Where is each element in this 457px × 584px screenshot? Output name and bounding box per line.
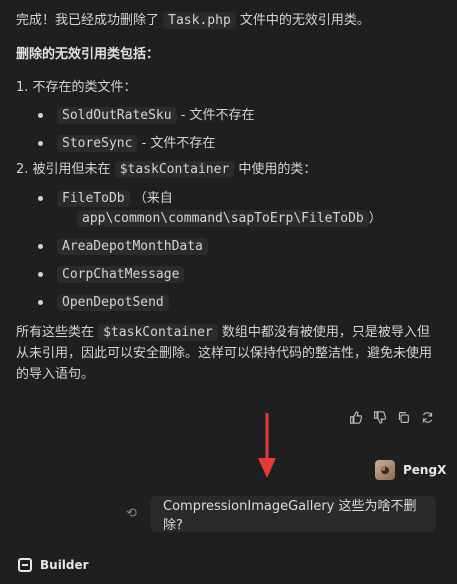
list-item: SoldOutRateSku - 文件不存在 — [38, 105, 255, 127]
section-2-code: $taskContainer — [114, 161, 235, 178]
user-header: ◕ PengX — [375, 460, 446, 480]
avatar: ◕ — [375, 460, 395, 480]
bullet-icon — [38, 272, 43, 277]
assistant-footer: Builder — [18, 558, 89, 572]
bullet-icon — [38, 141, 43, 146]
item-note: - 文件不存在 — [141, 136, 216, 151]
section-2-suffix: 中使用的类： — [238, 162, 317, 177]
class-name: SoldOutRateSku — [57, 107, 177, 124]
summary-prefix: 所有这些类在 — [16, 325, 95, 340]
class-name: FileToDb — [57, 190, 130, 207]
builder-icon — [18, 558, 32, 572]
class-name: CorpChatMessage — [57, 266, 185, 283]
section-1-title: 1. 不存在的类文件： — [16, 77, 137, 99]
item-close: ） — [368, 211, 382, 226]
bullet-icon — [38, 300, 43, 305]
assistant-name: Builder — [40, 558, 89, 572]
list-item: OpenDepotSend — [38, 292, 169, 314]
bullet-icon — [38, 113, 43, 118]
class-name: AreaDepotMonthData — [57, 238, 208, 255]
list-item-continuation: app\common\command\sapToErp\FileToDb） — [77, 208, 382, 230]
intro-code: Task.php — [163, 12, 236, 29]
summary: 所有这些类在 $taskContainer 数组中都没有被使用，只是被导入但从未… — [16, 322, 441, 385]
bullet-icon — [38, 196, 43, 201]
bullet-icon — [38, 244, 43, 249]
item-note: - 文件不存在 — [180, 108, 255, 123]
intro-prefix: 完成！我已经成功删除了 — [16, 13, 160, 28]
thumbs-up-icon[interactable] — [348, 410, 363, 425]
class-name: StoreSync — [57, 135, 138, 152]
user-message-text: CompressionImageGallery 这些为啥不删除? — [163, 499, 417, 533]
heading: 删除的无效引用类包括： — [16, 47, 160, 62]
section-2-title: 2. 被引用但未在 $taskContainer 中使用的类： — [16, 159, 316, 181]
item-note: （来自 — [133, 191, 173, 206]
list-item: FileToDb （来自 — [38, 188, 173, 210]
summary-code: $taskContainer — [98, 324, 218, 341]
list-item: AreaDepotMonthData — [38, 236, 208, 258]
class-name: OpenDepotSend — [57, 294, 169, 311]
annotation-arrow-icon — [258, 413, 276, 478]
section-1-number: 1. — [16, 80, 29, 95]
section-1-label: 不存在的类文件： — [32, 80, 137, 95]
class-path: app\common\command\sapToErp\FileToDb — [77, 210, 369, 227]
list-item: StoreSync - 文件不存在 — [38, 133, 215, 155]
list-item: CorpChatMessage — [38, 264, 185, 286]
refresh-icon[interactable] — [420, 410, 435, 425]
copy-icon[interactable] — [396, 410, 411, 425]
section-2-number: 2. — [16, 162, 29, 177]
user-name: PengX — [403, 463, 447, 477]
thumbs-down-icon[interactable] — [372, 410, 387, 425]
intro-line: 完成！我已经成功删除了 Task.php 文件中的无效引用类。 — [16, 10, 370, 32]
user-message-bubble: CompressionImageGallery 这些为啥不删除? — [150, 496, 436, 533]
section-2-prefix: 被引用但未在 — [32, 162, 111, 177]
undo-icon[interactable]: ⟲ — [126, 506, 137, 521]
intro-suffix: 文件中的无效引用类。 — [239, 13, 370, 28]
message-actions — [348, 410, 435, 425]
